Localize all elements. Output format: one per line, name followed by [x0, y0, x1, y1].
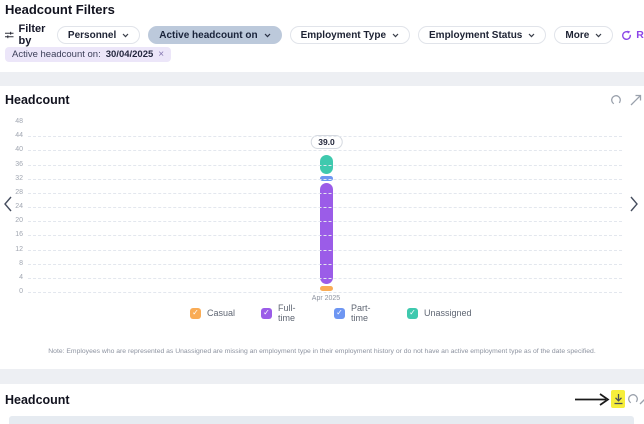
tag-close-icon[interactable]: × — [158, 49, 164, 60]
gridline — [28, 193, 622, 194]
legend-item-unassigned[interactable]: ✓ Unassigned — [407, 308, 454, 319]
gridline — [28, 250, 622, 251]
gridline — [28, 264, 622, 265]
expand-icon[interactable] — [639, 393, 644, 405]
legend-checkbox-icon: ✓ — [190, 308, 201, 319]
download-icon — [613, 393, 624, 405]
filter-button-label: Active headcount on — [159, 30, 257, 41]
headcount-chart-card: Headcount 39.0 Apr 2025 ✓ Casual ✓ Full-tim… — [0, 86, 644, 369]
reset-circular-arrow-icon — [621, 30, 632, 41]
legend-checkbox-icon: ✓ — [334, 308, 345, 319]
chart-title: Headcount — [5, 93, 70, 107]
y-axis-tick-label: 24 — [0, 203, 23, 210]
legend-checkbox-icon: ✓ — [261, 308, 272, 319]
y-axis-tick-label: 28 — [0, 189, 23, 196]
gridline — [28, 207, 622, 208]
chevron-down-icon — [122, 33, 129, 38]
chevron-down-icon — [392, 33, 399, 38]
gridline — [28, 179, 622, 180]
gridline — [28, 150, 622, 151]
chevron-down-icon — [264, 33, 271, 38]
gridline — [28, 136, 622, 137]
gridline — [28, 165, 622, 166]
filter-by-label-group: Filter by — [5, 23, 49, 47]
filter-bar: Filter by Personnel Active headcount on … — [5, 23, 644, 47]
y-axis-tick-label: 4 — [0, 274, 23, 281]
chevron-down-icon — [528, 33, 535, 38]
legend-label: Part-time — [351, 303, 381, 324]
sliders-icon — [5, 29, 14, 41]
annotation-arrow — [575, 393, 610, 406]
filter-button-label: Employment Type — [301, 30, 386, 41]
gridline — [28, 278, 622, 279]
y-axis-tick-label: 36 — [0, 161, 23, 168]
section-divider — [0, 369, 644, 384]
zoom-reset-icon[interactable] — [627, 393, 639, 405]
reset-label: Reset — [636, 29, 644, 41]
filter-by-label: Filter by — [19, 23, 49, 47]
y-axis-tick-label: 8 — [0, 260, 23, 267]
reset-filters-button[interactable]: Reset — [621, 29, 644, 41]
filter-button-label: More — [565, 30, 589, 41]
legend-item-fulltime[interactable]: ✓ Full-time — [261, 303, 308, 324]
filter-tag-value: 30/04/2025 — [106, 49, 154, 60]
gridline — [28, 235, 622, 236]
y-axis-tick-label: 48 — [0, 118, 23, 125]
zoom-reset-icon[interactable] — [610, 94, 622, 106]
plot-area: 39.0 Apr 2025 — [28, 122, 622, 292]
y-axis-tick-label: 44 — [0, 132, 23, 139]
legend-label: Unassigned — [424, 308, 454, 318]
bar-segment-casual[interactable] — [320, 286, 333, 291]
legend-checkbox-icon: ✓ — [407, 308, 418, 319]
legend-item-casual[interactable]: ✓ Casual — [190, 308, 235, 319]
expand-icon[interactable] — [628, 94, 644, 106]
active-filter-tag: Active headcount on: 30/04/2025 × — [5, 47, 171, 62]
y-axis-tick-label: 32 — [0, 175, 23, 182]
legend-label: Casual — [207, 308, 235, 318]
filter-button-active-headcount-on[interactable]: Active headcount on — [148, 26, 281, 44]
chart-toolbar — [610, 94, 644, 106]
download-button[interactable] — [611, 390, 625, 408]
page-title: Headcount Filters — [5, 2, 115, 17]
legend-item-parttime[interactable]: ✓ Part-time — [334, 303, 381, 324]
filter-button-label: Employment Status — [429, 30, 522, 41]
chart-title: Headcount — [5, 393, 70, 407]
chevron-down-icon — [595, 33, 602, 38]
chart-note: Note: Employees who are represented as U… — [0, 348, 644, 355]
y-axis-tick-label: 12 — [0, 246, 23, 253]
gridline — [28, 292, 622, 293]
filter-button-label: Personnel — [68, 30, 116, 41]
filter-button-employment-status[interactable]: Employment Status — [418, 26, 546, 44]
legend-label: Full-time — [278, 303, 308, 324]
section-divider — [0, 72, 644, 86]
table-header-strip — [9, 416, 634, 424]
y-axis-tick-label: 0 — [0, 288, 23, 295]
x-axis-tick-label: Apr 2025 — [312, 295, 340, 302]
filter-button-more[interactable]: More — [554, 26, 613, 44]
y-axis-tick-label: 40 — [0, 146, 23, 153]
filter-button-employment-type[interactable]: Employment Type — [290, 26, 410, 44]
dashboard: Headcount Filters Filter by Personnel Ac… — [0, 0, 644, 424]
filter-button-personnel[interactable]: Personnel — [57, 26, 140, 44]
bar-segment-fulltime[interactable] — [320, 183, 333, 284]
y-axis-tick-label: 16 — [0, 231, 23, 238]
chevron-right-icon[interactable] — [629, 196, 639, 212]
y-axis-tick-label: 20 — [0, 217, 23, 224]
chart-legend: ✓ Casual ✓ Full-time ✓ Part-time ✓ Unassigned — [0, 303, 644, 324]
filter-tag-text: Active headcount on: — [12, 49, 101, 60]
gridline — [28, 221, 622, 222]
